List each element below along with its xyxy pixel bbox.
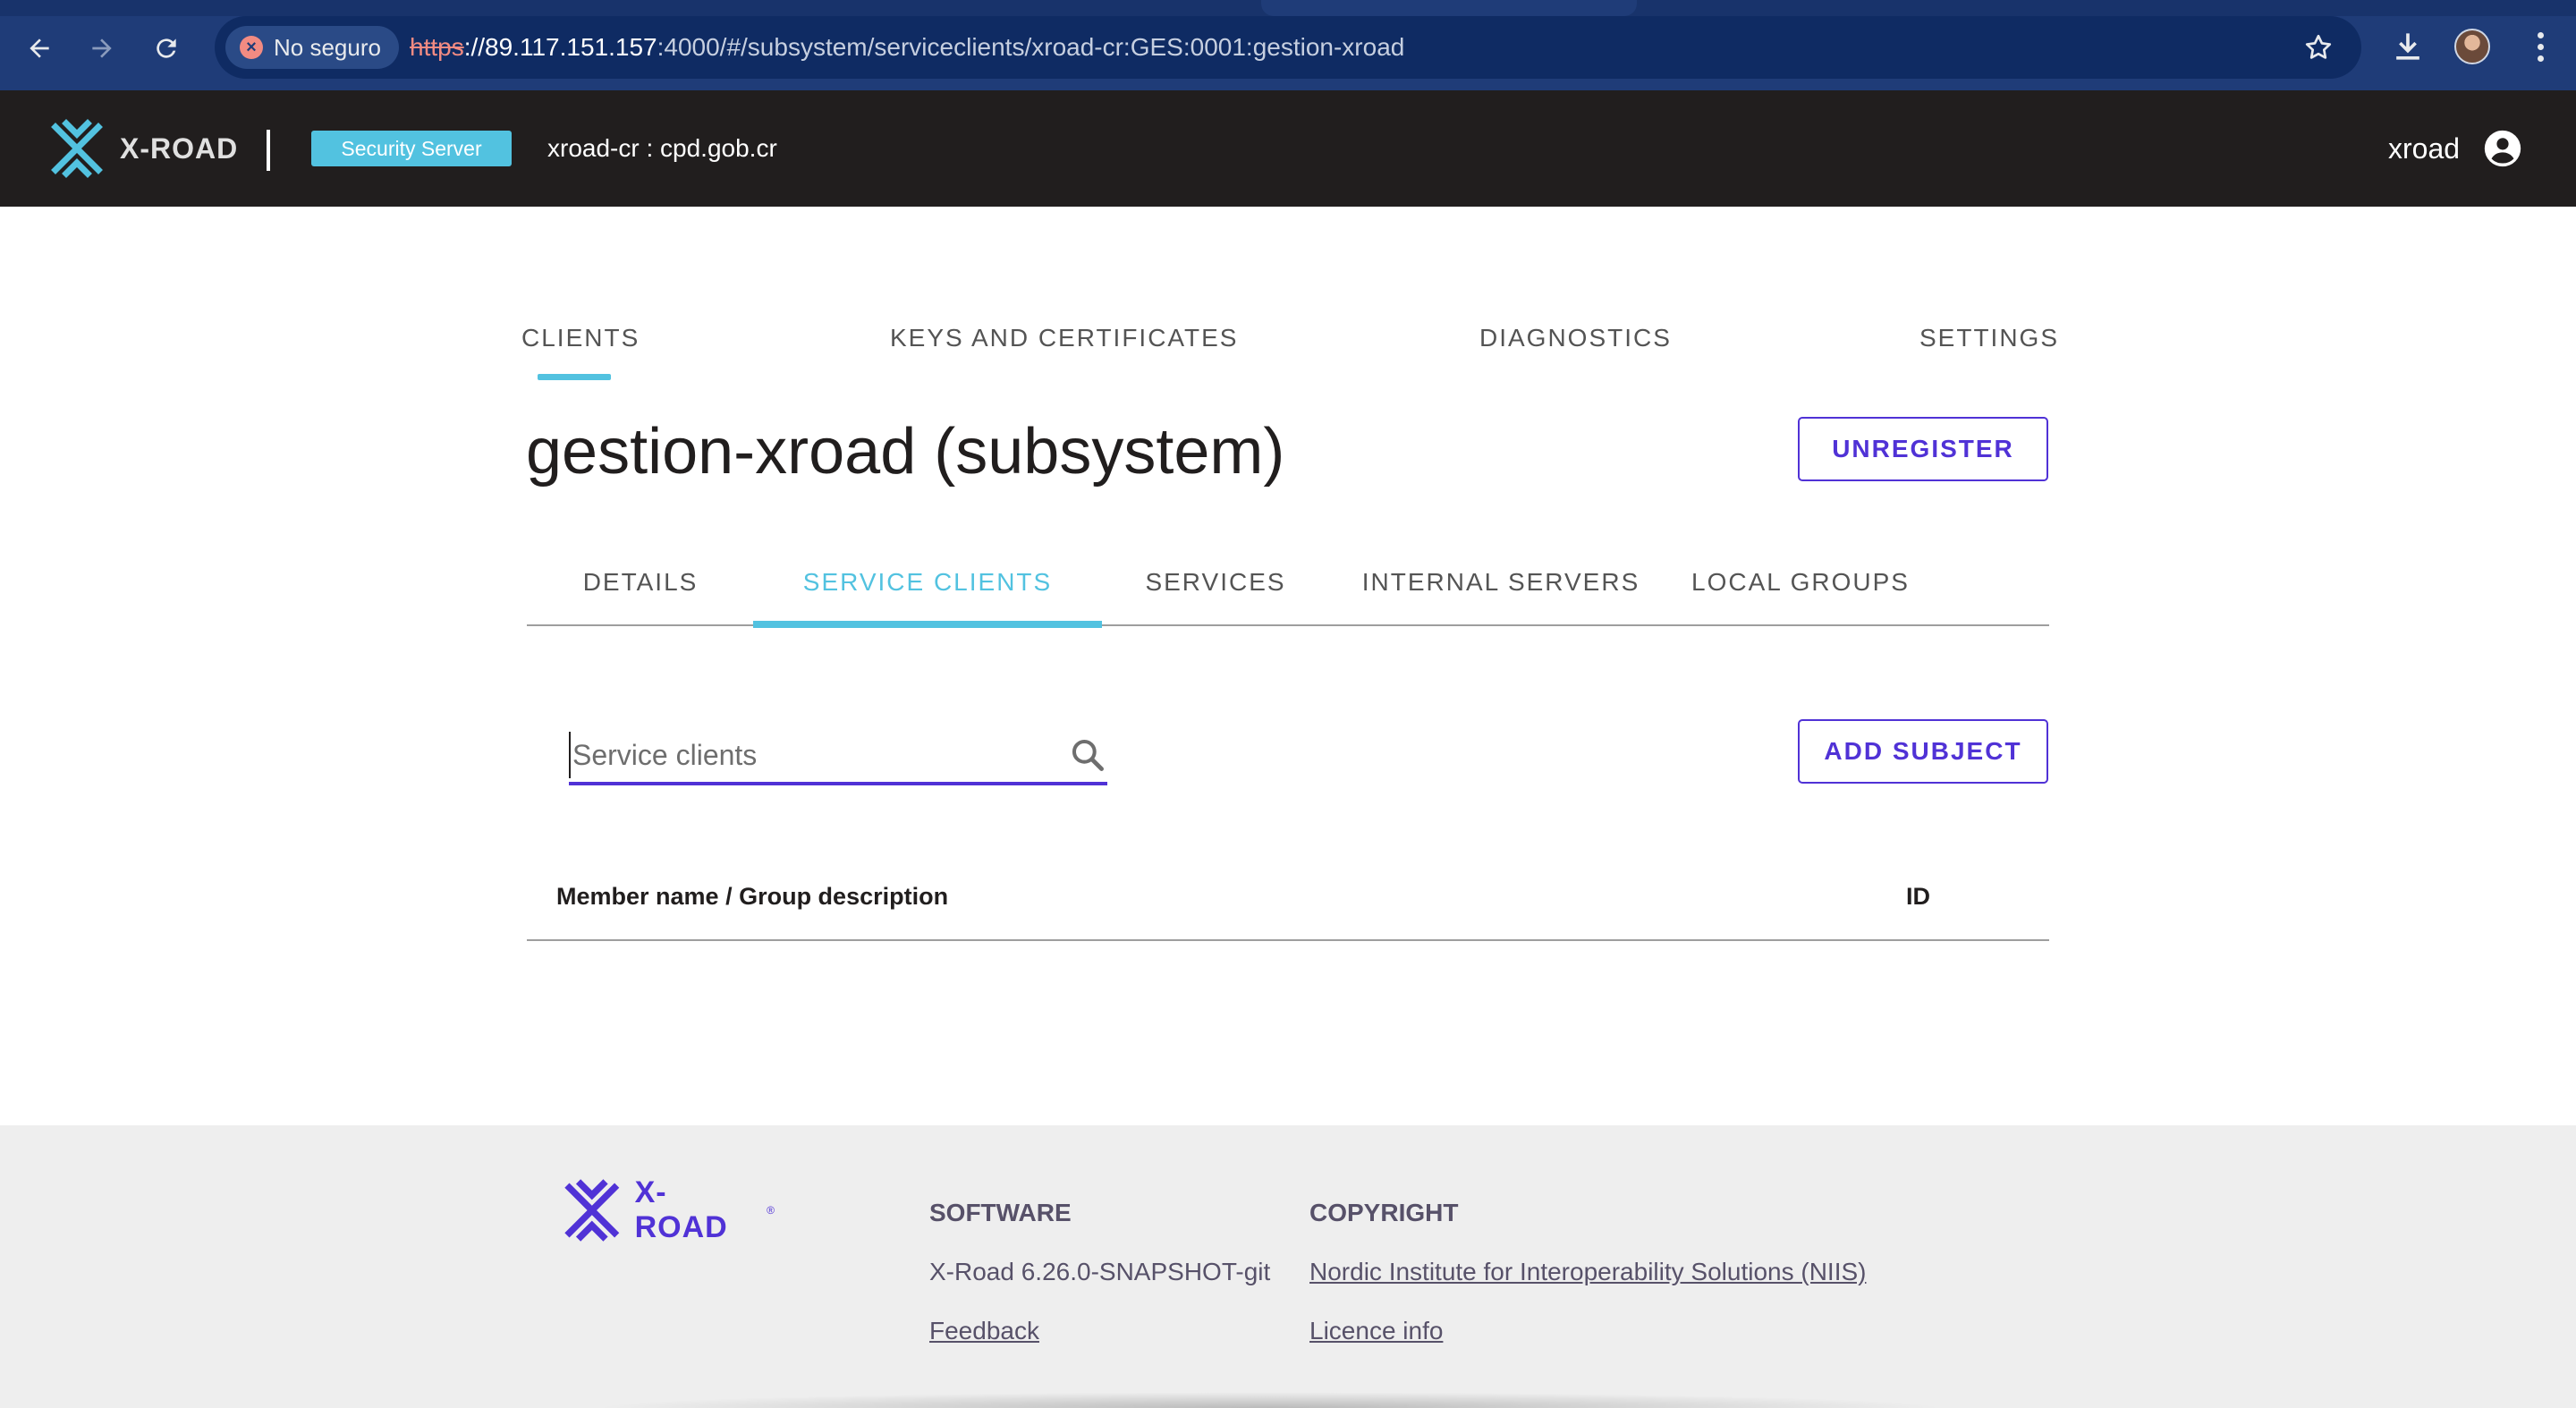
tab-service-clients[interactable]: SERVICE CLIENTS xyxy=(753,555,1102,628)
app-header: X-ROAD Security Server xroad-cr : cpd.go… xyxy=(0,90,2576,207)
security-indicator[interactable]: × No seguro xyxy=(225,26,399,69)
url-host: ://89.117.151.157 xyxy=(463,33,657,61)
footer-xroad-logo: X-ROAD ® xyxy=(560,1175,775,1244)
column-header-member-name[interactable]: Member name / Group description xyxy=(556,880,948,912)
service-clients-search xyxy=(569,725,1107,785)
forward-button[interactable] xyxy=(79,25,125,72)
add-subject-button[interactable]: ADD SUBJECT xyxy=(1798,719,2048,784)
bookmark-star-icon[interactable] xyxy=(2302,31,2334,64)
footer-logo-text: X-ROAD xyxy=(634,1175,728,1244)
footer-copyright-heading: COPYRIGHT xyxy=(1309,1199,1459,1226)
nav-tab-settings[interactable]: SETTINGS xyxy=(1919,322,2059,354)
user-name[interactable]: xroad xyxy=(2388,131,2460,166)
tab-strip xyxy=(0,0,2576,16)
service-clients-table: Member name / Group description ID xyxy=(527,866,2049,941)
server-identifier: xroad-cr : cpd.gob.cr xyxy=(547,134,777,162)
download-icon[interactable] xyxy=(2388,27,2428,66)
search-input[interactable] xyxy=(569,732,1034,778)
nav-tab-diagnostics[interactable]: DIAGNOSTICS xyxy=(1479,322,1672,354)
security-label: No seguro xyxy=(274,33,381,61)
tab-local-groups[interactable]: LOCAL GROUPS xyxy=(1673,555,1928,626)
profile-avatar[interactable] xyxy=(2454,29,2490,64)
account-circle-icon[interactable] xyxy=(2483,129,2522,168)
address-bar[interactable]: × No seguro https://89.117.151.157:4000/… xyxy=(215,16,2361,79)
arrow-left-icon xyxy=(30,38,49,58)
tab-services[interactable]: SERVICES xyxy=(1102,555,1329,626)
subsystem-tabs: DETAILS SERVICE CLIENTS SERVICES INTERNA… xyxy=(527,555,2049,628)
footer-shadow xyxy=(590,1392,1950,1408)
reload-button[interactable] xyxy=(143,25,190,72)
footer-version: X-Road 6.26.0-SNAPSHOT-git xyxy=(929,1258,1271,1285)
arrow-right-icon xyxy=(92,38,112,58)
nav-tab-clients[interactable]: CLIENTS xyxy=(521,322,640,354)
xroad-x-icon xyxy=(51,119,103,178)
browser-menu-icon[interactable] xyxy=(2522,27,2558,66)
header-divider xyxy=(267,130,270,171)
search-icon[interactable] xyxy=(1068,735,1107,775)
not-secure-icon: × xyxy=(240,36,263,59)
niis-link[interactable]: Nordic Institute for Interoperability So… xyxy=(1309,1256,1866,1288)
tab-details[interactable]: DETAILS xyxy=(527,555,754,626)
xroad-logo[interactable]: X-ROAD xyxy=(47,118,243,179)
logo-text: X-ROAD xyxy=(120,131,239,165)
registered-mark: ® xyxy=(767,1204,775,1217)
nav-tab-keys-and-certificates[interactable]: KEYS AND CERTIFICATES xyxy=(890,322,1238,354)
url-path: :4000/#/subsystem/serviceclients/xroad-c… xyxy=(657,33,1405,61)
xroad-x-icon xyxy=(564,1179,620,1242)
nav-active-indicator xyxy=(538,374,611,380)
unregister-button[interactable]: UNREGISTER xyxy=(1798,417,2048,481)
reload-icon xyxy=(157,38,176,58)
licence-info-link[interactable]: Licence info xyxy=(1309,1315,1443,1347)
feedback-link[interactable]: Feedback xyxy=(929,1315,1039,1347)
tab-internal-servers[interactable]: INTERNAL SERVERS xyxy=(1329,555,1673,626)
footer xyxy=(0,1125,2576,1408)
footer-software-heading: SOFTWARE xyxy=(929,1199,1072,1226)
url-protocol: https xyxy=(410,33,464,61)
url-text[interactable]: https://89.117.151.157:4000/#/subsystem/… xyxy=(410,16,1404,79)
browser-toolbar: × No seguro https://89.117.151.157:4000/… xyxy=(0,0,2576,90)
back-button[interactable] xyxy=(16,25,63,72)
page-title: gestion-xroad (subsystem) xyxy=(526,416,1285,488)
server-type-badge: Security Server xyxy=(311,131,512,166)
active-browser-tab[interactable] xyxy=(1261,0,1637,16)
column-header-id[interactable]: ID xyxy=(1906,880,1930,912)
